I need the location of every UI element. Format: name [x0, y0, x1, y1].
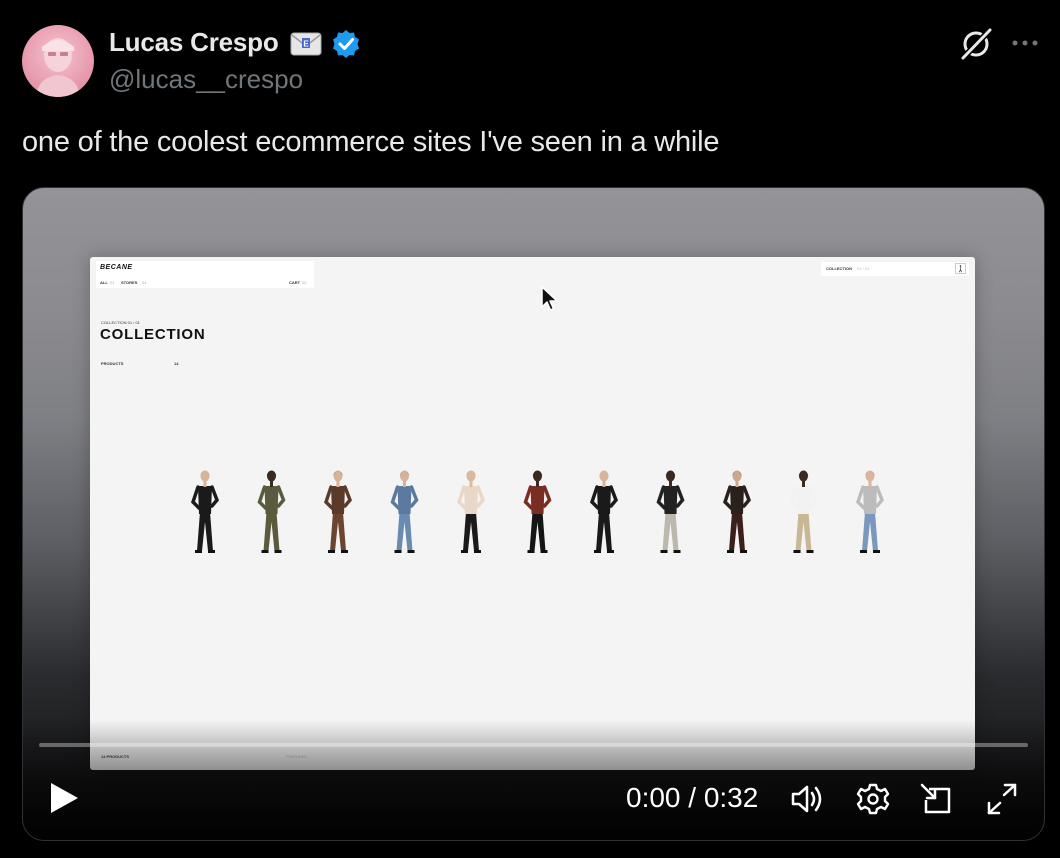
fullscreen-icon[interactable] — [984, 782, 1020, 816]
cursor-icon — [541, 286, 558, 311]
verified-badge-icon[interactable] — [331, 29, 361, 59]
more-icon[interactable] — [1010, 33, 1040, 53]
model-figure — [722, 470, 752, 553]
tweet-text: one of the coolest ecommerce sites I've … — [22, 126, 720, 158]
author-avatar[interactable] — [22, 25, 94, 97]
model-figure — [390, 470, 419, 553]
pip-icon[interactable] — [919, 782, 955, 816]
model-figure — [257, 470, 286, 553]
grok-icon[interactable] — [958, 26, 994, 62]
model-figure — [456, 470, 486, 553]
video-player[interactable]: BECANE ALL 01 STORES 04 CART 00 COLLECTI… — [22, 187, 1045, 841]
model-figure — [523, 470, 552, 553]
video-frame-website: BECANE ALL 01 STORES 04 CART 00 COLLECTI… — [90, 257, 975, 770]
model-figure — [190, 470, 220, 553]
play-icon[interactable] — [47, 781, 81, 815]
author-name[interactable]: Lucas Crespo — [109, 27, 279, 58]
mail-icon: E — [290, 32, 322, 56]
video-time: 0:00 / 0:32 — [626, 782, 759, 813]
model-figure — [589, 470, 619, 553]
author-handle[interactable]: @lucas__crespo — [109, 64, 303, 95]
model-figure — [855, 470, 885, 553]
settings-icon[interactable] — [855, 782, 891, 816]
avatar-image — [36, 38, 80, 97]
models-lineup — [190, 470, 885, 553]
model-figure — [789, 470, 818, 553]
model-figure — [323, 470, 353, 553]
progress-bar[interactable] — [39, 743, 1028, 747]
controls-overlay — [23, 720, 1044, 840]
svg-text:E: E — [303, 40, 309, 49]
volume-icon[interactable] — [790, 782, 826, 816]
model-figure — [656, 470, 685, 553]
